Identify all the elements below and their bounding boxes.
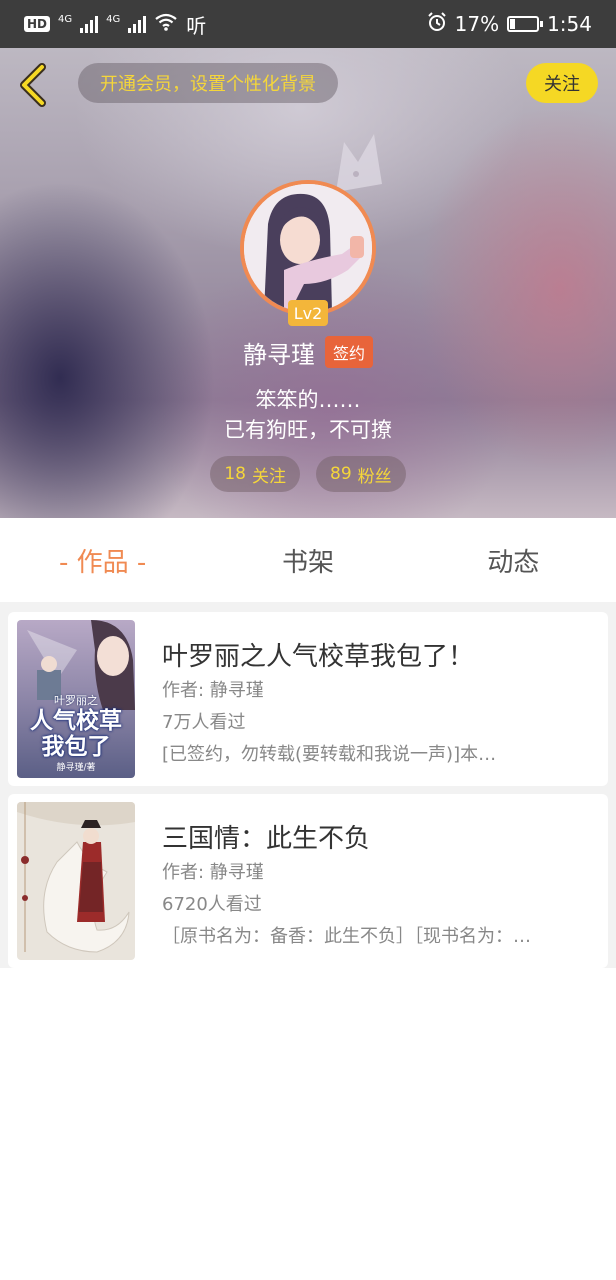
works-list: 叶罗丽之 人气校草 我包了 静寻瑾/著 叶罗丽之人气校草我包了！ 作者: 静寻瑾…: [0, 602, 616, 968]
book-card[interactable]: 叶罗丽之 人气校草 我包了 静寻瑾/著 叶罗丽之人气校草我包了！ 作者: 静寻瑾…: [8, 612, 608, 786]
alarm-icon: [427, 11, 447, 37]
following-button[interactable]: 18 关注: [210, 456, 300, 492]
bio-line-2: 已有狗旺，不可撩: [224, 418, 392, 442]
back-arrow-icon: [20, 63, 46, 107]
signal-icon: [80, 15, 99, 33]
book-author: 作者: 静寻瑾: [162, 680, 264, 701]
stats-row: 18 关注 89 粉丝: [0, 456, 616, 492]
book-title[interactable]: 三国情：此生不负: [162, 818, 370, 855]
cover-author-text: 静寻瑾/著: [56, 763, 96, 773]
level-badge: Lv2: [288, 300, 328, 326]
tab-activity[interactable]: 动态: [411, 542, 616, 579]
cover-title-line-1: 人气校草: [30, 707, 122, 734]
book-description: ［原书名为：备香：此生不负］［现书名为：…: [162, 926, 531, 947]
book-card[interactable]: 三国情：此生不负 作者: 静寻瑾 6720人看过 ［原书名为：备香：此生不负］［…: [8, 794, 608, 968]
book-cover: 叶罗丽之 人气校草 我包了 静寻瑾/著: [17, 620, 135, 778]
username: 静寻瑾: [242, 340, 315, 369]
network-label-2: 4G: [106, 13, 121, 25]
book-description: [已签约，勿转载(要转载和我说一声)]本…: [162, 744, 497, 765]
bio-line-1: 笨笨的……: [255, 388, 361, 412]
tab-works[interactable]: 作品: [0, 542, 205, 579]
book-views: 6720人看过: [162, 894, 262, 915]
status-bar: HD 4G 4G 听 17% 1:54: [0, 0, 616, 48]
book-author: 作者: 静寻瑾: [162, 862, 264, 883]
fans-label: 粉丝: [357, 466, 392, 487]
network-label-1: 4G: [58, 13, 73, 25]
wifi-icon: [154, 12, 178, 37]
back-button[interactable]: [16, 62, 50, 108]
book-title[interactable]: 叶罗丽之人气校草我包了！: [162, 636, 474, 673]
signal-icon-2: [128, 15, 147, 33]
tab-bookshelf[interactable]: 书架: [205, 542, 410, 579]
battery-icon: [507, 16, 544, 32]
battery-percent: 17%: [454, 12, 500, 36]
book-cover: [17, 802, 135, 960]
follow-button[interactable]: 关注: [526, 63, 598, 103]
book-views: 7万人看过: [162, 712, 246, 733]
profile-header: 开通会员，设置个性化背景 关注 Lv2 静寻瑾 签约 笨笨的…… 已有狗旺，不可…: [0, 48, 616, 518]
following-label: 关注: [252, 466, 286, 487]
following-count: 18: [224, 464, 246, 484]
avatar-frame-cat-icon: [330, 134, 386, 194]
cover-series-text: 叶罗丽之: [54, 694, 98, 707]
user-avatar[interactable]: [240, 180, 376, 316]
fans-button[interactable]: 89 粉丝: [316, 456, 406, 492]
clock: 1:54: [547, 12, 592, 36]
profile-tabs: 作品 书架 动态: [0, 518, 616, 602]
fans-count: 89: [330, 464, 352, 484]
cover-title-line-2: 我包了: [41, 733, 111, 760]
name-row: 静寻瑾 签约: [0, 334, 616, 370]
vip-background-banner[interactable]: 开通会员，设置个性化背景: [78, 63, 338, 103]
app-notification-label: 听: [186, 13, 207, 38]
signed-author-badge: 签约: [324, 336, 373, 368]
hd-indicator: HD: [24, 16, 51, 32]
